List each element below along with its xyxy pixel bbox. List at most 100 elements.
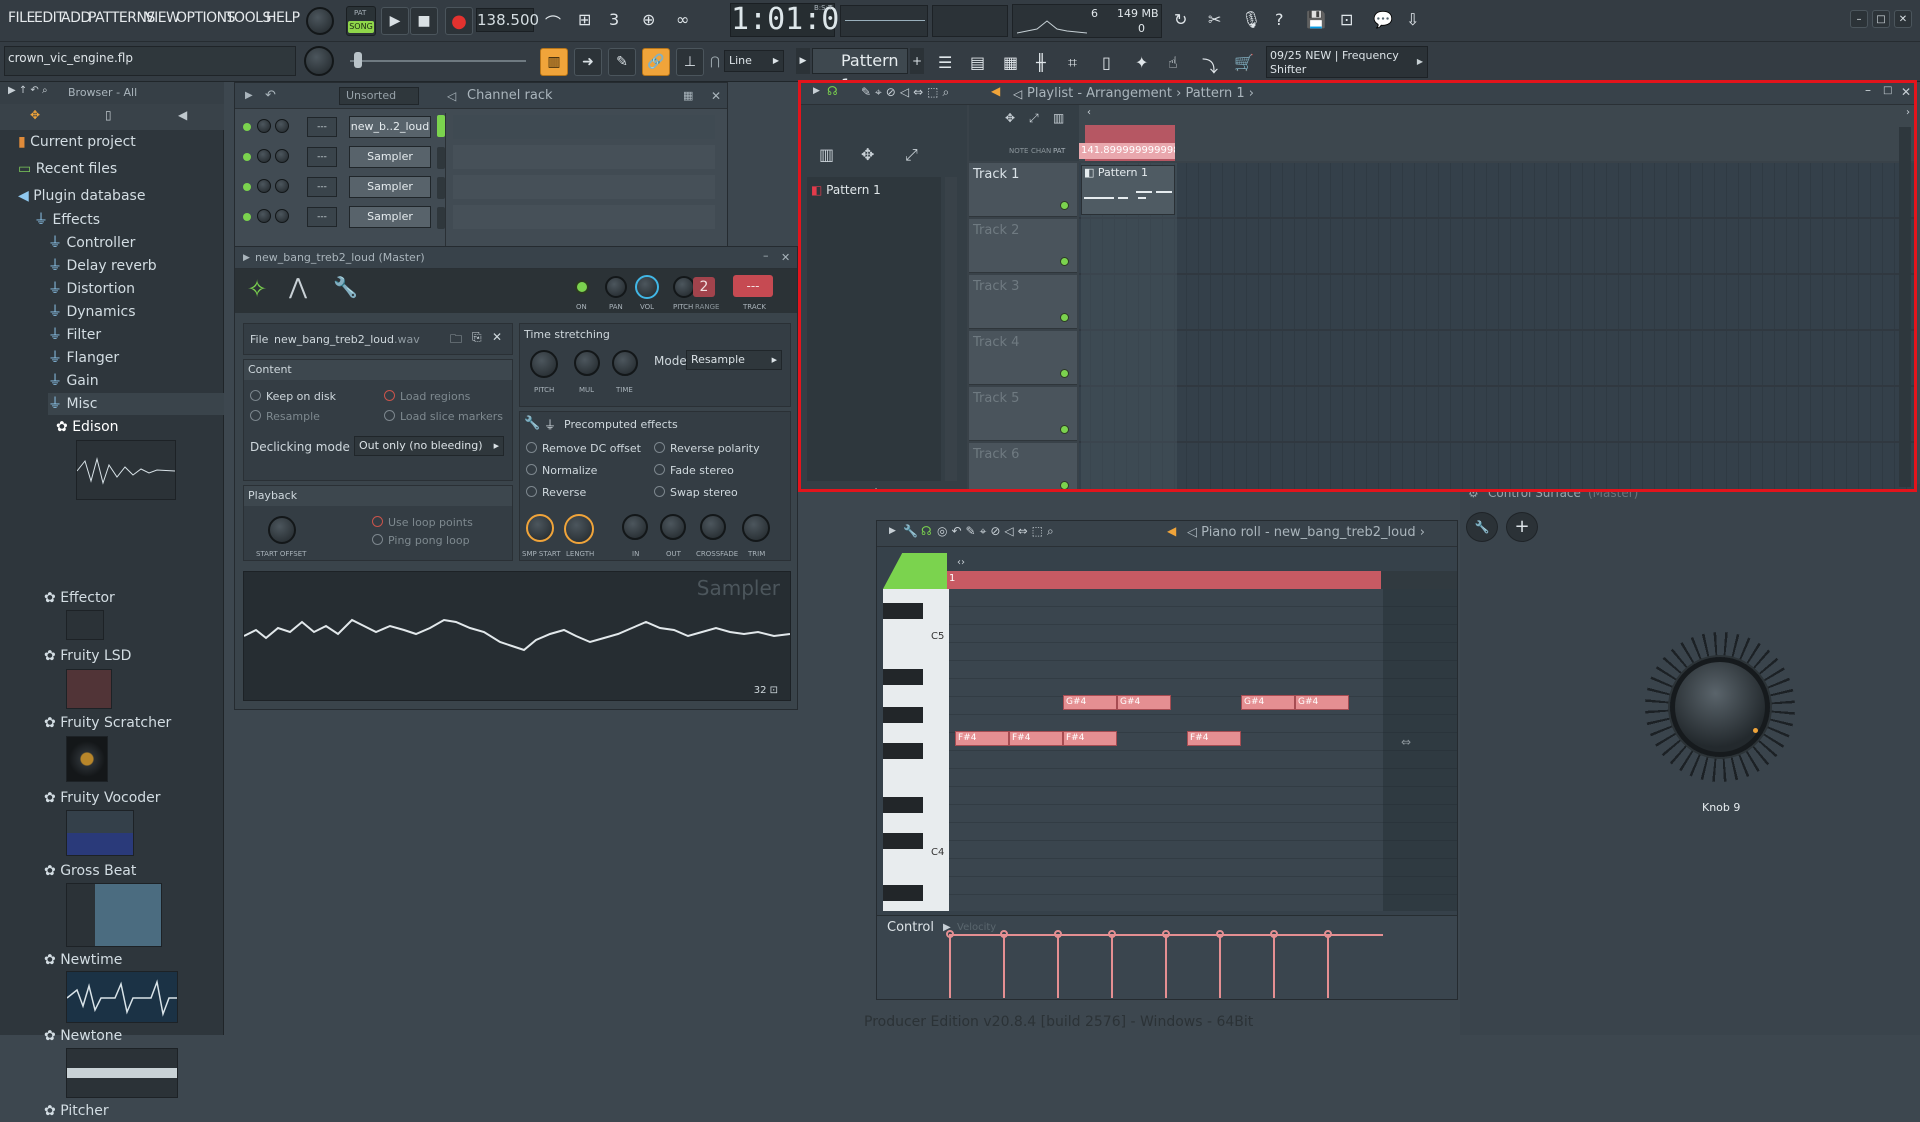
- plugin-edison[interactable]: ✿ Edison: [56, 416, 119, 438]
- channel-mixer-track[interactable]: ---: [307, 147, 337, 167]
- paint-button[interactable]: ✎: [608, 48, 636, 76]
- browser-item-current-project[interactable]: ▮ Current project: [18, 131, 136, 153]
- track-lane[interactable]: [1079, 331, 1914, 387]
- stop-button[interactable]: ■: [410, 7, 438, 35]
- cart-icon[interactable]: 🛒: [1234, 53, 1254, 72]
- close-icon[interactable]: ✕: [781, 247, 790, 269]
- menu-view[interactable]: VIEW: [145, 10, 180, 26]
- headphones-icon[interactable]: ☊: [827, 84, 838, 98]
- channel-steps[interactable]: [453, 115, 715, 139]
- out-knob[interactable]: [660, 514, 686, 540]
- tool-tab[interactable]: [883, 553, 947, 589]
- track-mute-led[interactable]: [1060, 369, 1069, 378]
- pattern-list-item[interactable]: ◧ Pattern 1: [811, 183, 881, 197]
- step-edit-icon[interactable]: ⊕: [642, 10, 655, 29]
- keep-on-disk-radio[interactable]: Keep on disk: [250, 390, 336, 403]
- snap-select[interactable]: Line ▶: [724, 50, 784, 72]
- grid-view-icon[interactable]: ▦: [683, 83, 693, 109]
- control-surface-settings-button[interactable]: 🔧: [1466, 512, 1498, 542]
- channel-name-button[interactable]: Sampler: [349, 146, 431, 168]
- note[interactable]: F#4: [1187, 731, 1241, 746]
- browser-item-delay-reverb[interactable]: ⏚ Delay reverb: [48, 255, 157, 277]
- crossfade-knob[interactable]: [700, 514, 726, 540]
- black-key[interactable]: [883, 833, 923, 849]
- cut-icon[interactable]: ✂: [1208, 10, 1221, 29]
- playlist-view-button[interactable]: ▥: [540, 48, 568, 76]
- plugin-gross-beat[interactable]: ✿ Gross Beat: [44, 860, 136, 882]
- channel-mixer-track[interactable]: ---: [307, 117, 337, 137]
- note[interactable]: G#4: [1063, 695, 1117, 710]
- track-mute-led[interactable]: [1060, 201, 1069, 210]
- minimize-button[interactable]: –: [1850, 10, 1868, 28]
- channel-select[interactable]: [437, 115, 445, 137]
- mixer-icon[interactable]: ╫: [1036, 53, 1046, 72]
- track-mute-led[interactable]: [1060, 257, 1069, 266]
- wait-for-input-icon[interactable]: ⊞: [578, 10, 591, 29]
- pitch-range-display[interactable]: 2: [693, 277, 715, 297]
- piano-roll-icon[interactable]: ▤: [970, 53, 985, 72]
- reverse-radio[interactable]: Reverse: [526, 486, 586, 499]
- channel-pan-knob[interactable]: [257, 119, 271, 133]
- save-as-icon[interactable]: ⊡: [1340, 10, 1353, 29]
- browser-item-distortion[interactable]: ⏚ Distortion: [48, 278, 135, 300]
- move-icon[interactable]: ✥: [1005, 111, 1015, 125]
- browser-item-gain[interactable]: ⏚ Gain: [48, 370, 99, 392]
- plugin-effector[interactable]: ✿ Effector: [44, 587, 115, 609]
- track-lane[interactable]: [1079, 443, 1914, 489]
- speaker-icon[interactable]: ◀: [1167, 524, 1176, 538]
- zoom-level[interactable]: 32 ⊡: [754, 685, 778, 696]
- track-header[interactable]: Track 2: [969, 219, 1077, 273]
- browser-item-flanger[interactable]: ⏚ Flanger: [48, 347, 119, 369]
- channel-vol-knob[interactable]: [275, 179, 289, 193]
- velocity-bar[interactable]: [1003, 934, 1005, 998]
- browser-item-dynamics[interactable]: ⏚ Dynamics: [48, 301, 136, 323]
- close-icon[interactable]: ✕: [711, 83, 721, 109]
- track-lane[interactable]: [1079, 219, 1914, 275]
- collapse-arrow-icon[interactable]: ▶: [889, 526, 896, 536]
- in-knob[interactable]: [622, 514, 648, 540]
- start-offset-knob[interactable]: [268, 516, 296, 544]
- black-key[interactable]: [883, 743, 923, 759]
- channel-mixer-track[interactable]: ---: [307, 207, 337, 227]
- black-key[interactable]: [883, 603, 923, 619]
- close-button[interactable]: ✕: [1894, 10, 1912, 28]
- pitch-knob[interactable]: [673, 276, 695, 298]
- velocity-bar[interactable]: [1111, 934, 1113, 998]
- tempo-display[interactable]: 138.500: [476, 8, 539, 32]
- menu-help[interactable]: HELP: [266, 10, 300, 26]
- channel-vol-knob[interactable]: [275, 119, 289, 133]
- track-mute-led[interactable]: [1060, 481, 1069, 489]
- resize-handle-icon[interactable]: ⇔: [1401, 735, 1411, 749]
- maximize-icon[interactable]: □: [1883, 85, 1892, 96]
- chat-icon[interactable]: 💬: [1373, 10, 1393, 29]
- envelope-tab-icon[interactable]: ⋀: [289, 275, 307, 300]
- curve-icon[interactable]: ⤢: [905, 145, 918, 165]
- velocity-bar[interactable]: [949, 934, 951, 998]
- channel-filter-select[interactable]: Unsorted: [339, 87, 419, 105]
- move-icon[interactable]: ✥: [861, 145, 874, 164]
- black-key[interactable]: [883, 885, 923, 901]
- velocity-bar[interactable]: [1165, 934, 1167, 998]
- master-pitch-knob[interactable]: [304, 46, 334, 76]
- pattern-selector[interactable]: Pattern 1: [812, 48, 908, 94]
- browser-item-misc[interactable]: ⏚ Misc: [48, 393, 224, 415]
- channel-vol-knob[interactable]: [275, 209, 289, 223]
- headphones-icon[interactable]: ☊: [921, 524, 932, 538]
- load-slice-markers-radio[interactable]: Load slice markers: [384, 410, 503, 423]
- microphone-icon[interactable]: 🎙: [1241, 10, 1261, 29]
- playlist-timeline[interactable]: ‹ 141.899999999998 ›: [1079, 105, 1914, 161]
- channel-name-button[interactable]: new_b..2_loud: [349, 116, 431, 138]
- help-icon[interactable]: ?: [1275, 10, 1284, 29]
- menu-edit[interactable]: EDIT: [34, 10, 65, 26]
- add-pattern-button[interactable]: +: [910, 48, 924, 74]
- playlist-scrollbar[interactable]: [1899, 127, 1911, 487]
- knob-9[interactable]: [1670, 657, 1770, 757]
- play-button[interactable]: ▶: [381, 7, 409, 35]
- normalize-radio[interactable]: Normalize: [526, 464, 597, 477]
- channel-pan-knob[interactable]: [257, 179, 271, 193]
- channel-rack-icon[interactable]: ▦: [1003, 53, 1018, 72]
- open-folder-icon[interactable]: 🗀: [450, 330, 462, 351]
- menu-file[interactable]: FILE: [8, 10, 35, 26]
- loop-record-icon[interactable]: ∞: [676, 10, 689, 29]
- track-mute-led[interactable]: [1060, 313, 1069, 322]
